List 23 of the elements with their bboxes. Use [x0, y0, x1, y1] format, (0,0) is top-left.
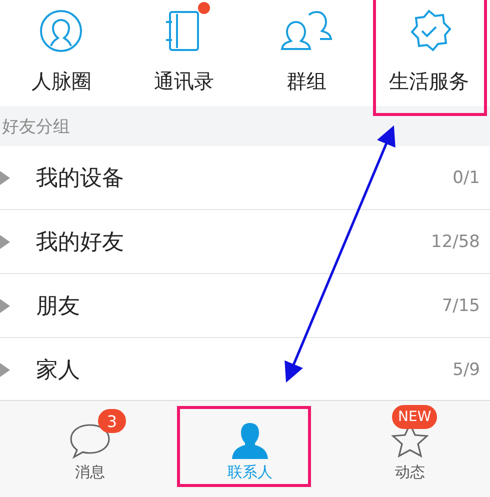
shortcut-item[interactable]: 群组	[245, 0, 368, 106]
notification-badge: NEW	[392, 405, 438, 429]
tab[interactable]: NEW 动态	[330, 401, 490, 497]
group-row[interactable]: 我的好友 12/58	[0, 210, 490, 274]
person-circle-icon	[39, 9, 84, 53]
group-count: 12/58	[431, 232, 480, 252]
group-row[interactable]: 朋友 7/15	[0, 274, 490, 338]
people-icon	[278, 9, 334, 53]
group-count: 7/15	[442, 296, 480, 316]
section-title: 好友分组	[2, 116, 70, 138]
group-name: 我的好友	[36, 228, 125, 256]
shortcut-item[interactable]: 通讯录	[122, 0, 245, 106]
group-count: 5/9	[452, 360, 480, 380]
shortcut-item[interactable]: 人脉圈	[0, 0, 122, 106]
person-icon	[230, 421, 270, 461]
group-count: 0/1	[452, 168, 480, 188]
group-name: 朋友	[36, 292, 81, 320]
shortcut-item[interactable]: 生活服务	[368, 0, 490, 106]
group-name: 家人	[36, 356, 81, 384]
tab[interactable]: 3 消息	[10, 401, 170, 497]
group-name: 我的设备	[36, 164, 125, 192]
notification-badge: 3	[98, 409, 126, 433]
group-row[interactable]: 我的设备 0/1	[0, 146, 490, 210]
